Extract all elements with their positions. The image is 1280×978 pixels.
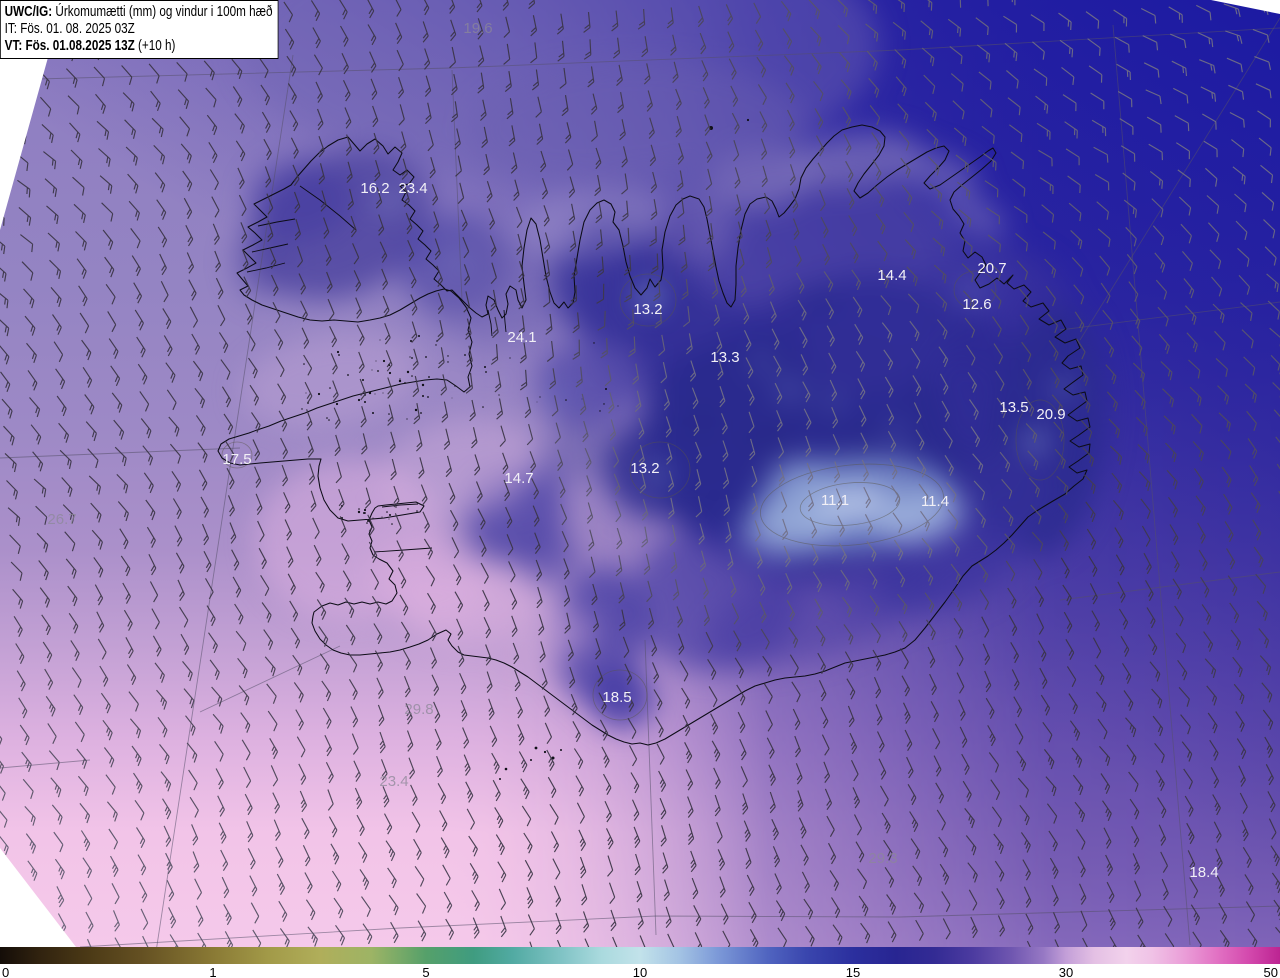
svg-text:15: 15	[846, 965, 860, 978]
svg-text:13.2: 13.2	[633, 301, 662, 318]
svg-text:18.5: 18.5	[602, 689, 631, 706]
svg-text:0: 0	[2, 965, 9, 978]
svg-text:5: 5	[422, 965, 429, 978]
svg-text:20.7: 20.7	[977, 260, 1006, 277]
svg-text:18.4: 18.4	[1189, 864, 1218, 881]
svg-text:50: 50	[1264, 965, 1278, 978]
svg-text:23.4: 23.4	[379, 773, 408, 790]
svg-text:30: 30	[1059, 965, 1073, 978]
svg-text:13.2: 13.2	[630, 460, 659, 477]
svg-text:1: 1	[209, 965, 216, 978]
svg-text:14.7: 14.7	[504, 470, 533, 487]
svg-text:14.4: 14.4	[877, 267, 906, 284]
svg-text:19.6: 19.6	[463, 20, 492, 37]
svg-text:23.4: 23.4	[398, 180, 427, 197]
svg-text:13.3: 13.3	[710, 349, 739, 366]
svg-text:29.3: 29.3	[868, 850, 897, 867]
svg-text:16.2: 16.2	[360, 180, 389, 197]
svg-text:12.6: 12.6	[962, 296, 991, 313]
svg-text:24.1: 24.1	[507, 329, 536, 346]
svg-text:17.5: 17.5	[222, 451, 251, 468]
svg-text:13.5: 13.5	[999, 399, 1028, 416]
svg-text:26.7: 26.7	[47, 511, 76, 528]
svg-text:11.4: 11.4	[921, 493, 949, 510]
svg-text:20.9: 20.9	[1036, 406, 1065, 423]
svg-text:29.8: 29.8	[404, 701, 433, 718]
svg-text:10: 10	[633, 965, 647, 978]
svg-text:11.1: 11.1	[821, 492, 849, 509]
